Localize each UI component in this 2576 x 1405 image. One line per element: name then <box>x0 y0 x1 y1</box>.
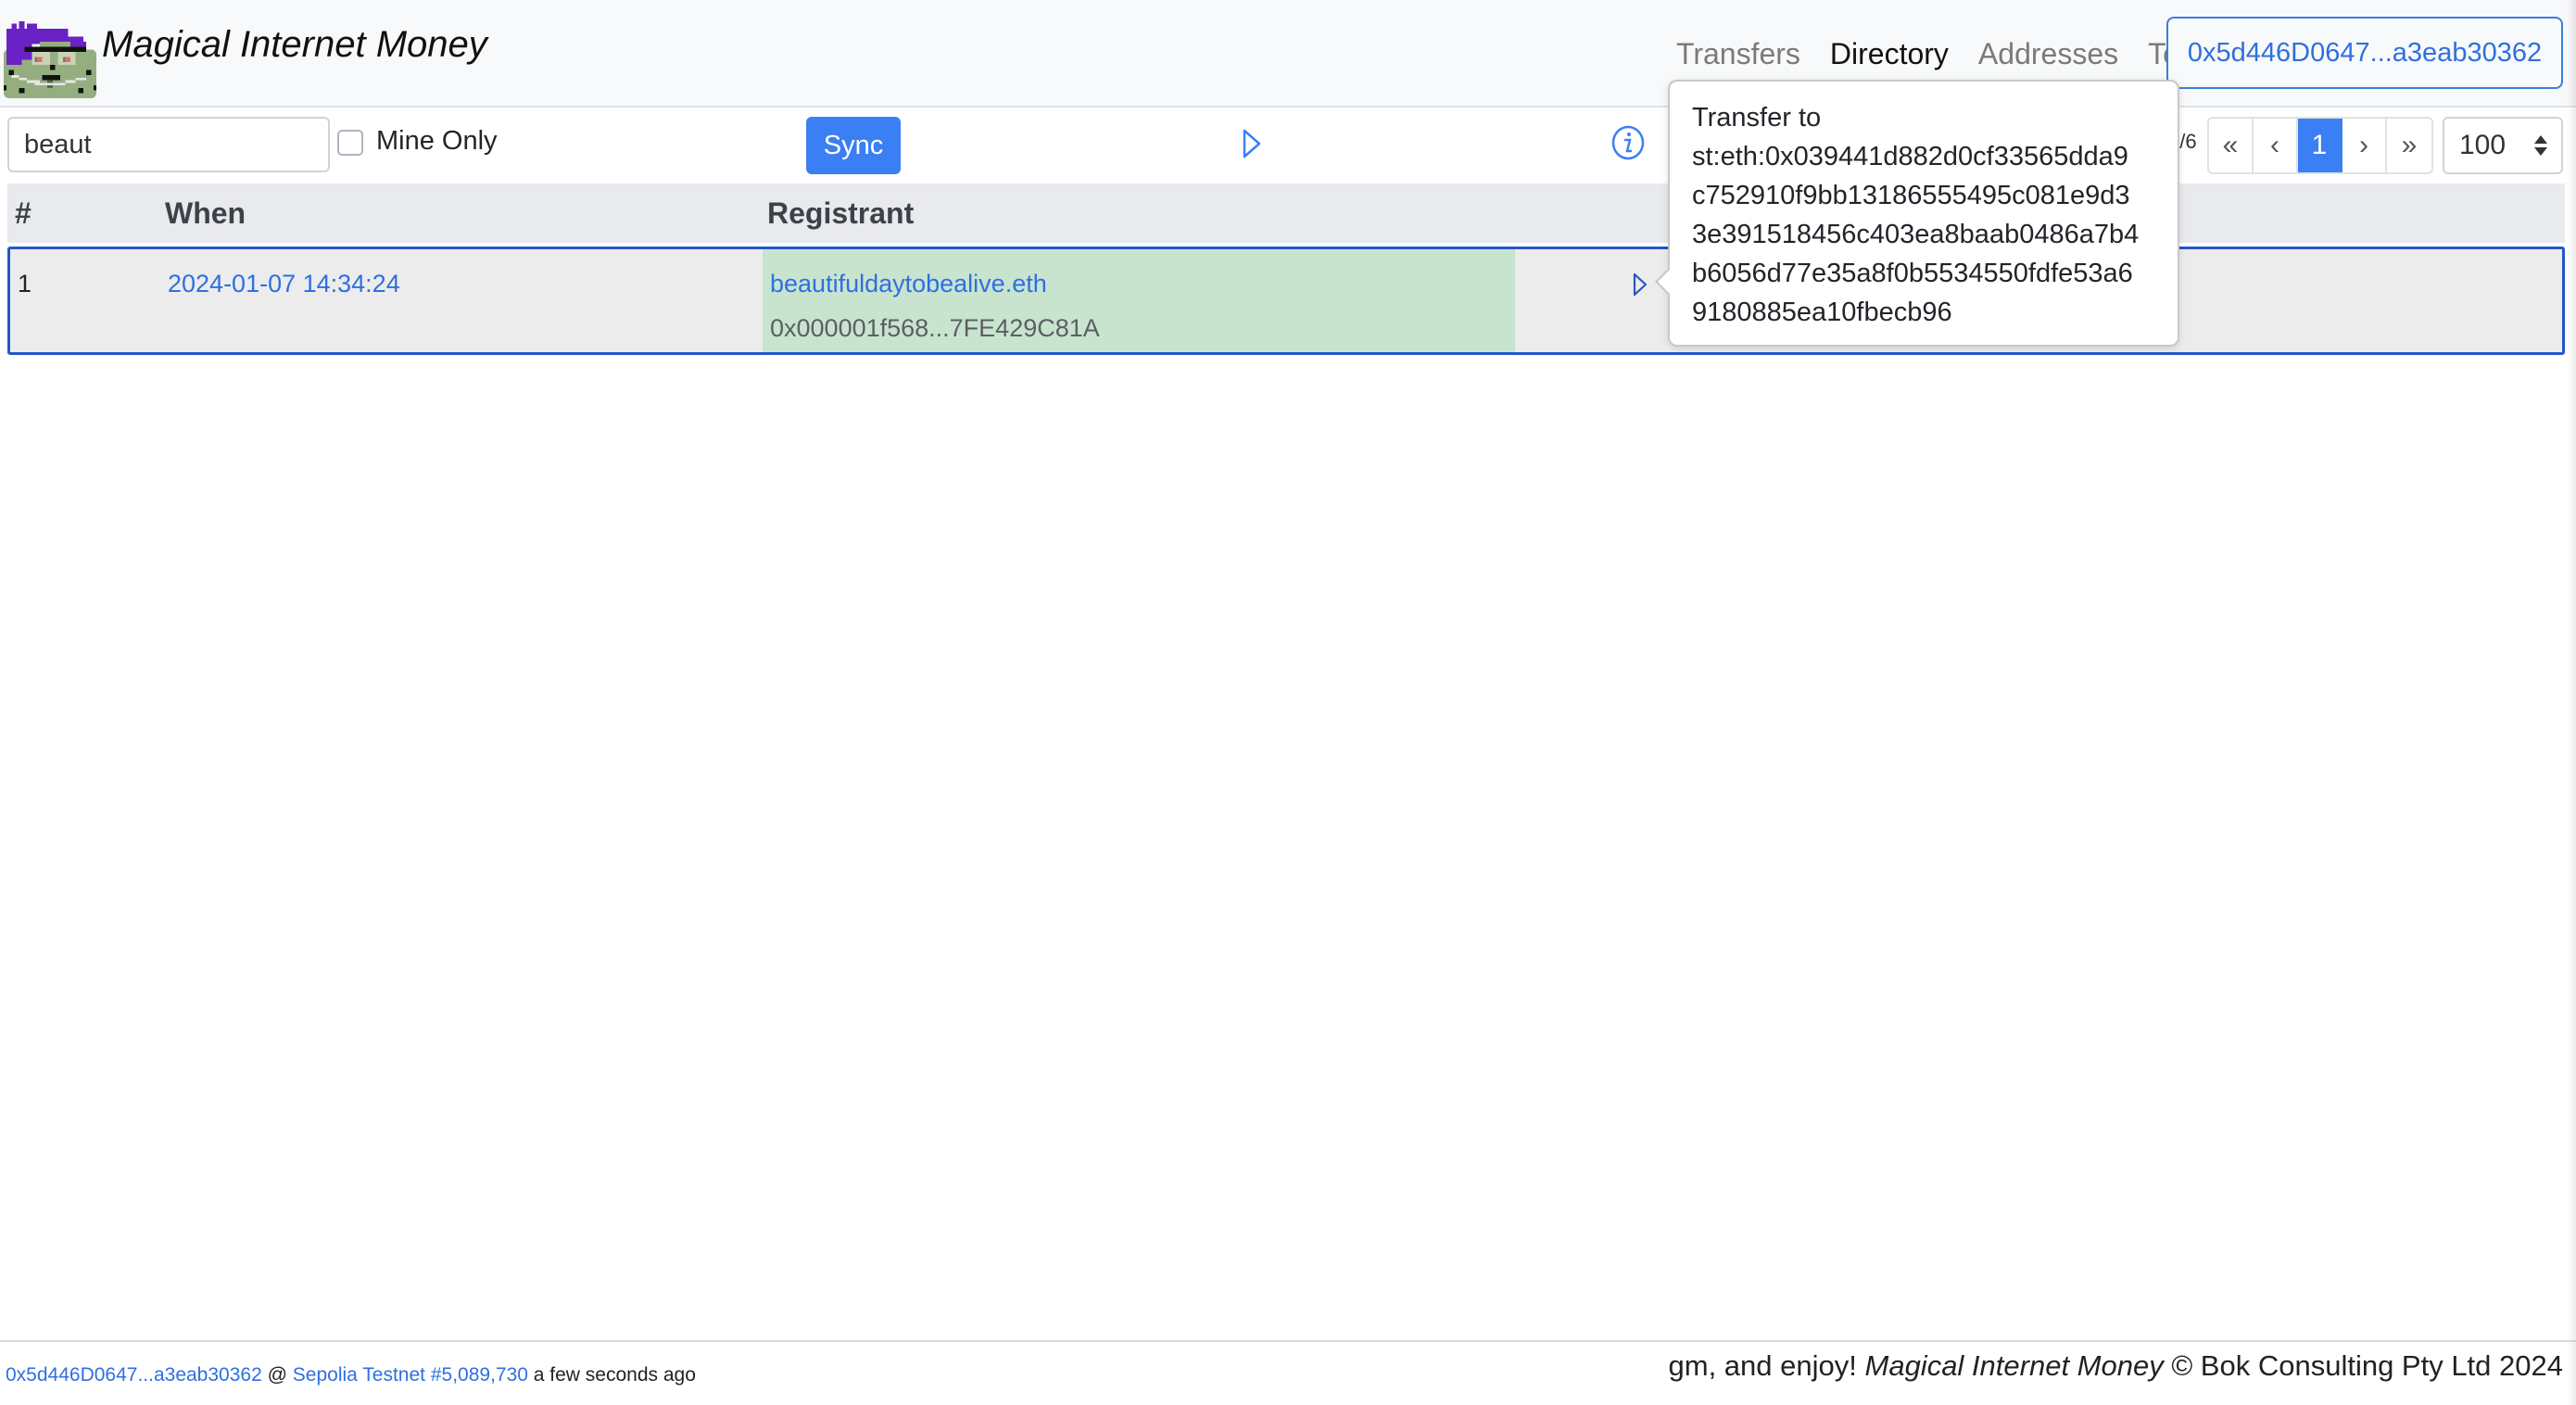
next-page-button[interactable]: › <box>2342 119 2387 172</box>
last-page-button[interactable]: » <box>2387 119 2431 172</box>
footer-account-link[interactable]: 0x5d446D0647...a3eab30362 <box>6 1364 262 1386</box>
tooltip-address-line: b6056d77e35a8f0b5534550fdfe53a6 <box>1692 259 2133 288</box>
column-header-registrant[interactable]: Registrant <box>767 196 914 231</box>
transfer-tooltip: Transfer to st:eth:0x039441d882d0cf33565… <box>1655 80 2179 347</box>
footer-at: @ <box>267 1364 287 1386</box>
window-edge <box>2567 0 2576 1405</box>
footer-network-link[interactable]: Sepolia Testnet #5,089,730 <box>293 1364 528 1386</box>
search-input[interactable] <box>7 117 330 172</box>
column-header-when[interactable]: When <box>165 196 246 231</box>
registrant-name-link[interactable]: beautifuldaytobealive.eth <box>770 270 1047 298</box>
tooltip-title: Transfer to <box>1692 103 1822 133</box>
pagination: « ‹ 1 › » <box>2207 117 2433 174</box>
navbar: Magical Internet Money Transfers Directo… <box>0 0 2576 108</box>
registrant-cell: beautifuldaytobealive.eth 0x000001f568..… <box>763 249 1515 352</box>
mine-only-checkbox[interactable] <box>337 130 363 156</box>
footer-divider <box>0 1340 2576 1342</box>
account-button[interactable]: 0x5d446D0647...a3eab30362 <box>2166 17 2563 89</box>
pixel-avatar-icon[interactable] <box>4 19 96 98</box>
tooltip-address-line: c752910f9bb13186555495c081e9d3 <box>1692 181 2130 210</box>
nav-directory[interactable]: Directory <box>1830 37 1949 71</box>
app-title[interactable]: Magical Internet Money <box>102 24 487 66</box>
toolbar: Mine Only Sync 1/6 « ‹ 1 › » 100 <box>0 109 2576 182</box>
nav-addresses[interactable]: Addresses <box>1978 37 2118 71</box>
tooltip-address-line: st:eth:0x039441d882d0cf33565dda9 <box>1692 142 2128 171</box>
footer-greeting: gm, and enjoy! <box>1668 1349 1857 1382</box>
row-when-link[interactable]: 2024-01-07 14:34:24 <box>168 270 400 298</box>
play-icon[interactable] <box>1242 128 1262 159</box>
select-arrows-icon <box>2534 135 2547 156</box>
mine-only-label[interactable]: Mine Only <box>376 126 498 157</box>
prev-page-button[interactable]: ‹ <box>2254 119 2298 172</box>
footer-status: 0x5d446D0647...a3eab30362 @ Sepolia Test… <box>6 1364 696 1386</box>
row-number: 1 <box>18 270 32 297</box>
transfer-play-icon[interactable] <box>1632 272 1648 297</box>
table-header: # When Registrant <box>7 184 2565 243</box>
footer-sync-time: a few seconds ago <box>533 1364 696 1386</box>
tooltip-arrow <box>1655 267 1671 297</box>
registrant-address[interactable]: 0x000001f568...7FE429C81A <box>770 314 1100 343</box>
page-size-select[interactable]: 100 <box>2443 117 2563 174</box>
sync-button[interactable]: Sync <box>806 117 901 174</box>
footer-credits: gm, and enjoy! Magical Internet Money © … <box>1669 1349 2563 1383</box>
page-1-button[interactable]: 1 <box>2298 119 2342 172</box>
nav-transfers[interactable]: Transfers <box>1676 37 1800 71</box>
page-size-value: 100 <box>2459 130 2507 160</box>
tooltip-address-line: 9180885ea10fbecb96 <box>1692 297 1952 327</box>
footer-copyright: © Bok Consulting Pty Ltd 2024 <box>2171 1349 2563 1382</box>
first-page-button[interactable]: « <box>2209 119 2254 172</box>
table-row[interactable]: 1 2024-01-07 14:34:24 beautifuldaytobeal… <box>7 247 2565 355</box>
column-header-num[interactable]: # <box>15 196 32 231</box>
tooltip-address-line: 3e391518456c403ea8baab0486a7b4 <box>1692 220 2140 249</box>
info-icon[interactable] <box>1610 124 1646 161</box>
footer-app-name: Magical Internet Money <box>1864 1349 2164 1382</box>
